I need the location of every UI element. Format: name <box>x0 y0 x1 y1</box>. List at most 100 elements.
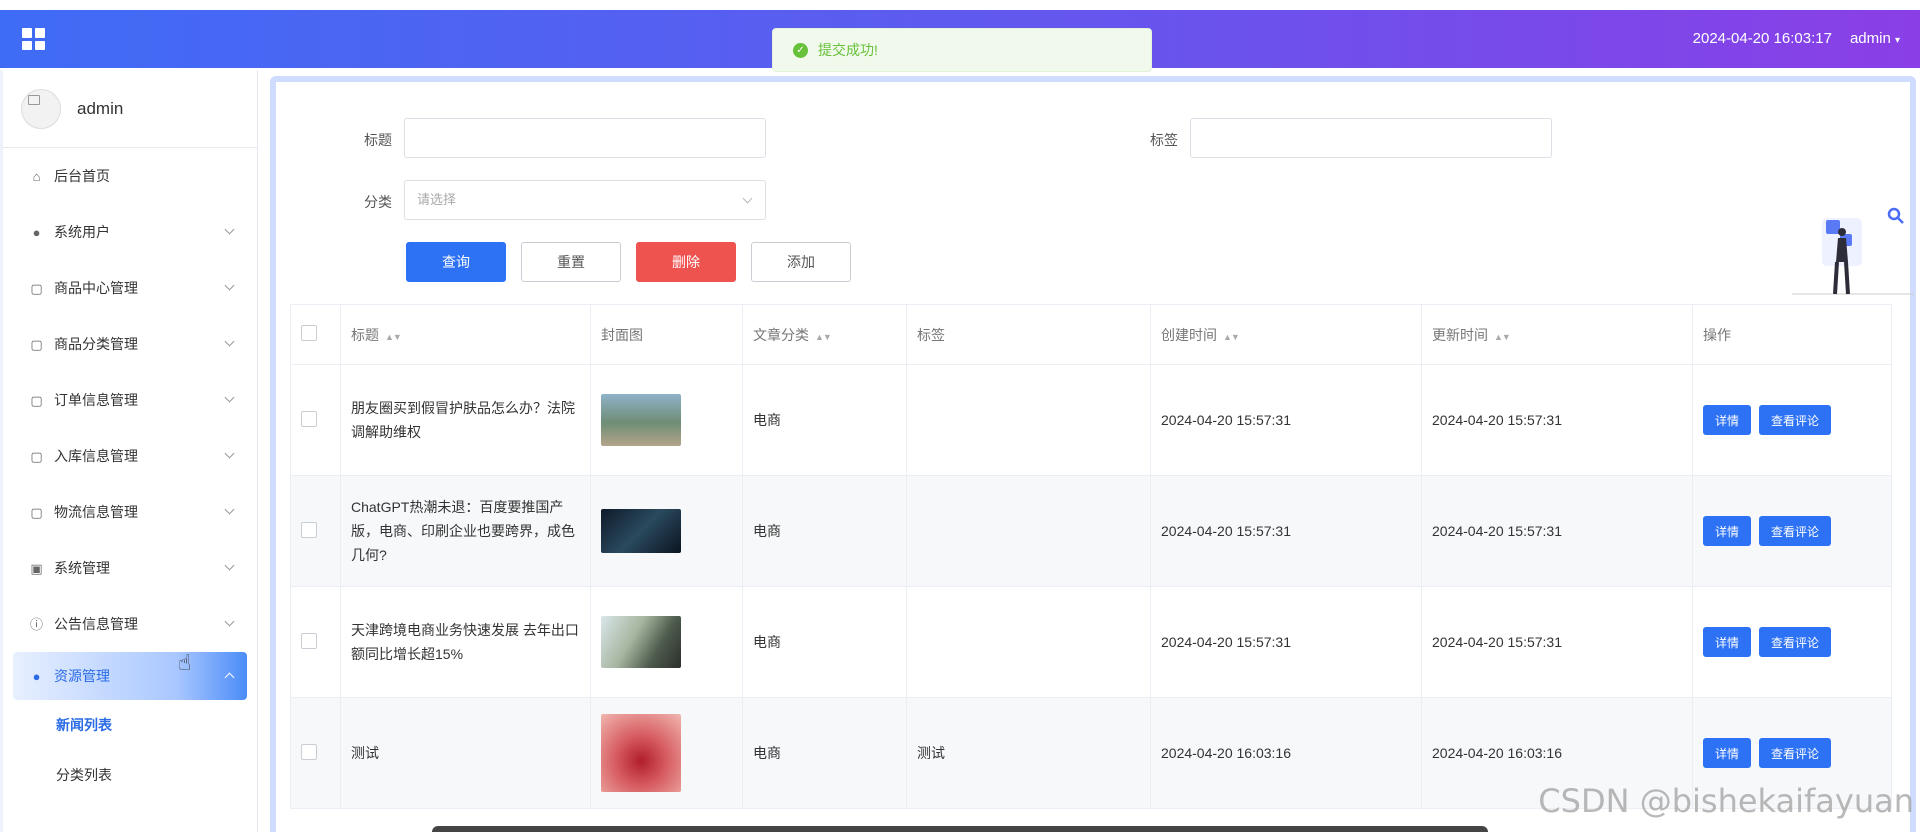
chevron-up-icon <box>224 672 235 683</box>
row-updated: 2024-04-20 15:57:31 <box>1421 364 1693 476</box>
title-input[interactable] <box>404 118 766 158</box>
cover-image <box>601 714 681 792</box>
chevron-down-icon <box>224 392 235 403</box>
header-category[interactable]: 文章分类 ▲▼ <box>742 304 907 365</box>
reset-button[interactable]: 重置 <box>521 242 621 282</box>
hand-cursor-icon: ☝ <box>178 650 192 675</box>
detail-button[interactable]: 详情 <box>1703 738 1752 768</box>
folder-icon: ▢ <box>30 392 43 408</box>
sort-icon[interactable]: ▲▼ <box>1223 332 1240 342</box>
row-checkbox[interactable] <box>301 521 317 538</box>
row-created: 2024-04-20 16:03:16 <box>1150 697 1422 809</box>
sidebar-item-system-users[interactable]: ● 系统用户 <box>3 204 257 260</box>
query-button[interactable]: 查询 <box>406 242 506 282</box>
row-created: 2024-04-20 15:57:31 <box>1150 364 1422 476</box>
cover-image <box>601 509 681 553</box>
sidebar: admin ⌂ 后台首页 ● 系统用户 ▢ 商品中心管理 ▢ 商品分类管理 ▢ 订单信息管… <box>0 70 258 832</box>
chevron-down-icon <box>224 280 235 291</box>
folder-icon: ▢ <box>30 280 43 296</box>
sidebar-item-logistics[interactable]: ▢ 物流信息管理 <box>3 484 257 540</box>
row-tag <box>906 475 1151 587</box>
sidebar-item-product-category[interactable]: ▢ 商品分类管理 <box>3 316 257 372</box>
sidebar-subitem-news-list[interactable]: 新闻列表 <box>3 700 257 750</box>
user-menu[interactable]: admin ▾ <box>1850 30 1900 47</box>
folder-icon: ▢ <box>30 448 43 464</box>
user-icon: ● <box>32 224 41 240</box>
sidebar-item-resources[interactable]: ● 资源管理 <box>13 652 247 700</box>
search-illustration-icon <box>1792 207 1914 295</box>
header-title[interactable]: 标题 ▲▼ <box>340 304 591 365</box>
delete-button[interactable]: 删除 <box>636 242 736 282</box>
detail-button[interactable]: 详情 <box>1703 405 1752 435</box>
row-created: 2024-04-20 15:57:31 <box>1150 475 1422 587</box>
sidebar-subitem-category-list[interactable]: 分类列表 <box>3 750 257 800</box>
row-updated: 2024-04-20 15:57:31 <box>1421 586 1693 698</box>
chevron-down-icon <box>224 616 235 627</box>
user-profile: admin <box>3 70 257 148</box>
row-tag <box>906 364 1151 476</box>
chevron-down-icon <box>224 336 235 347</box>
sidebar-item-inbound[interactable]: ▢ 入库信息管理 <box>3 428 257 484</box>
header-updated[interactable]: 更新时间 ▲▼ <box>1421 304 1693 365</box>
tag-input[interactable] <box>1190 118 1552 158</box>
row-title: 天津跨境电商业务快速发展 去年出口额同比增长超15% <box>351 622 579 662</box>
folder-icon: ▢ <box>30 504 43 520</box>
view-comments-button[interactable]: 查看评论 <box>1759 405 1832 435</box>
horizontal-scrollbar[interactable] <box>432 826 1488 832</box>
news-table: 标题 ▲▼ 封面图 文章分类 ▲▼ 标签 创建时间 ▲▼ 更新时间 ▲▼ 操作 朋友圈买… <box>290 304 1892 809</box>
cover-image <box>601 394 681 446</box>
tag-filter-label: 标签 <box>1150 132 1178 148</box>
sidebar-username: admin <box>77 98 124 118</box>
chevron-down-icon <box>742 193 753 204</box>
row-created: 2024-04-20 15:57:31 <box>1150 586 1422 698</box>
table-row: 朋友圈买到假冒护肤品怎么办？法院调解助维权 电商 2024-04-20 15:5… <box>290 364 1892 476</box>
row-updated: 2024-04-20 15:57:31 <box>1421 475 1693 587</box>
sidebar-item-system[interactable]: ▣ 系统管理 <box>3 540 257 596</box>
category-select[interactable]: 请选择 <box>404 180 766 220</box>
detail-button[interactable]: 详情 <box>1703 516 1752 546</box>
toast-message: 提交成功! <box>818 42 878 58</box>
chevron-down-icon <box>224 224 235 235</box>
row-checkbox[interactable] <box>301 632 317 649</box>
sidebar-item-product-center[interactable]: ▢ 商品中心管理 <box>3 260 257 316</box>
sort-icon[interactable]: ▲▼ <box>815 332 832 342</box>
header-created[interactable]: 创建时间 ▲▼ <box>1150 304 1422 365</box>
row-checkbox[interactable] <box>301 743 317 760</box>
title-filter-label: 标题 <box>364 132 392 148</box>
cover-image <box>601 616 681 668</box>
main-panel: 标题 标签 分类 请选择 查询 重置 删除 添加 标题 ▲▼ 封面图 文章分类 ▲▼… <box>270 76 1916 832</box>
add-button[interactable]: 添加 <box>751 242 851 282</box>
chevron-down-icon <box>224 504 235 515</box>
check-circle-icon: ✓ <box>793 42 808 58</box>
detail-button[interactable]: 详情 <box>1703 627 1752 657</box>
sort-icon[interactable]: ▲▼ <box>1494 332 1511 342</box>
category-filter-label: 分类 <box>364 194 392 210</box>
menu-grid-icon[interactable] <box>22 28 45 50</box>
chevron-down-icon <box>224 560 235 571</box>
info-icon: ⓘ <box>29 616 43 632</box>
header-datetime: 2024-04-20 16:03:17 <box>1692 30 1832 47</box>
select-all-checkbox[interactable] <box>301 325 317 341</box>
row-tag <box>906 586 1151 698</box>
folder-icon: ▢ <box>30 336 43 352</box>
row-category: 电商 <box>742 586 907 698</box>
image-icon: ▣ <box>30 560 43 576</box>
row-category: 电商 <box>742 475 907 587</box>
row-category: 电商 <box>742 364 907 476</box>
sort-icon[interactable]: ▲▼ <box>385 332 402 342</box>
home-icon: ⌂ <box>32 168 41 184</box>
sidebar-item-home[interactable]: ⌂ 后台首页 <box>3 148 257 204</box>
row-category: 电商 <box>742 697 907 809</box>
sidebar-item-orders[interactable]: ▢ 订单信息管理 <box>3 372 257 428</box>
row-checkbox[interactable] <box>301 410 317 427</box>
table-row: ChatGPT热潮未退：百度要推国产版，电商、印刷企业也要跨界，成色几何? 电商… <box>290 475 1892 587</box>
sidebar-item-announcements[interactable]: ⓘ 公告信息管理 <box>3 596 257 652</box>
chevron-down-icon: ▾ <box>1894 35 1900 46</box>
view-comments-button[interactable]: 查看评论 <box>1759 738 1832 768</box>
row-title: 朋友圈买到假冒护肤品怎么办？法院调解助维权 <box>351 400 575 440</box>
success-toast: ✓ 提交成功! <box>772 28 1152 72</box>
header-tag: 标签 <box>906 304 1151 365</box>
header-cover: 封面图 <box>590 304 743 365</box>
view-comments-button[interactable]: 查看评论 <box>1759 627 1832 657</box>
view-comments-button[interactable]: 查看评论 <box>1759 516 1832 546</box>
